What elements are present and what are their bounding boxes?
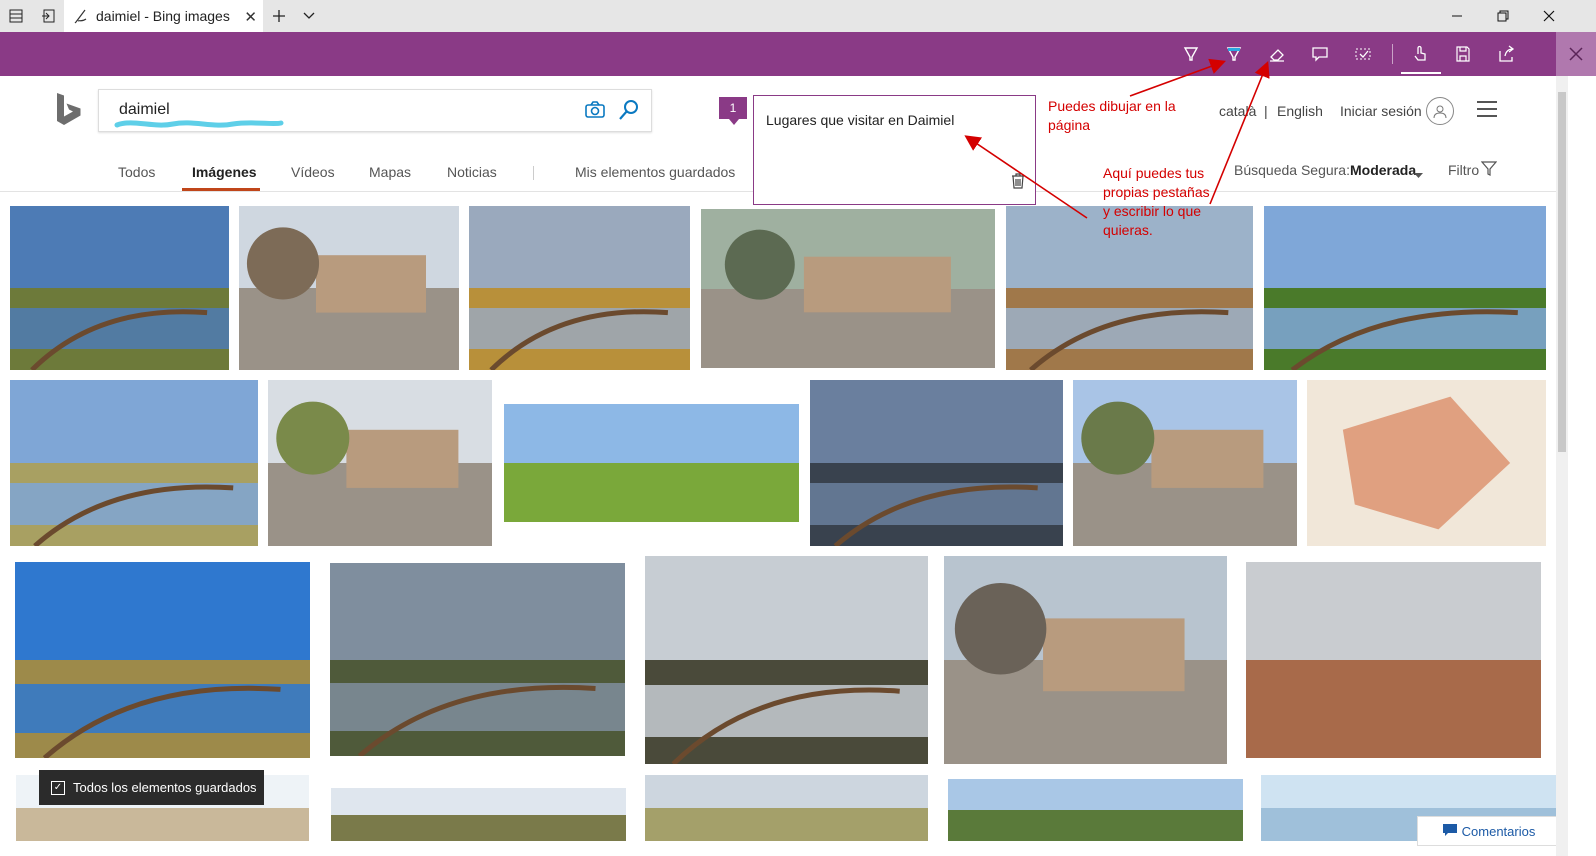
scrollbar-thumb[interactable] xyxy=(1558,92,1566,452)
annotation-arrows xyxy=(964,58,1270,219)
saved-items-label: Todos los elementos guardados xyxy=(73,780,257,795)
feedback-label: Comentarios xyxy=(1461,823,1536,839)
arrow-to-note-tool xyxy=(1209,61,1270,205)
checkbox-icon: ✓ xyxy=(51,780,65,795)
arrow-to-note xyxy=(964,135,1088,219)
feedback-button[interactable]: Comentarios xyxy=(1417,816,1561,846)
saved-items-bar[interactable]: ✓ Todos los elementos guardados xyxy=(39,770,264,805)
comment-icon xyxy=(1442,823,1457,839)
arrow-to-highlighter xyxy=(1129,58,1227,97)
